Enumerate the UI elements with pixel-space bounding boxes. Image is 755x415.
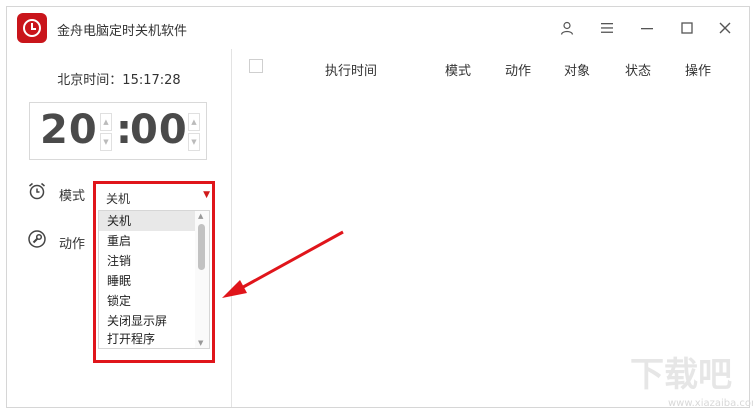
watermark-brand: 下载吧 bbox=[630, 355, 732, 395]
watermark-domain: www.xiazaiba.com bbox=[668, 398, 753, 409]
watermark-logo-icon: 下载吧 www.xiazaiba.com bbox=[630, 355, 755, 409]
watermark: 下载吧 www.xiazaiba.com bbox=[628, 350, 755, 413]
